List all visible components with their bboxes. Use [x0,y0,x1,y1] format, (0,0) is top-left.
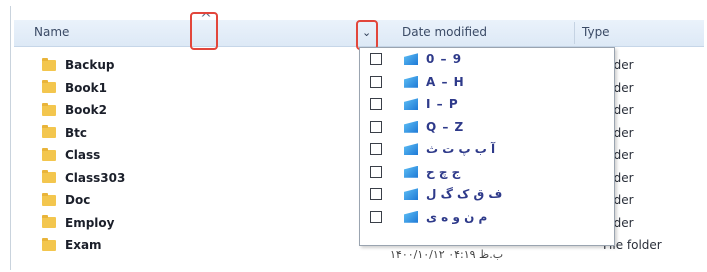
column-header-name[interactable]: Name [34,25,69,39]
filter-option-label: ف ق ک گ ل [426,187,503,202]
filter-option-q-z[interactable]: Q – Z [360,116,614,139]
checkbox[interactable] [370,120,382,133]
highlight-sort-indicator [190,12,218,50]
filter-option-persian-1[interactable]: آ ب پ ت ث [360,138,614,161]
filter-option-a-h[interactable]: A – H [360,71,614,94]
list-item[interactable]: Employ [42,212,125,235]
list-item[interactable]: Class303 [42,167,125,190]
file-name: Backup [65,58,115,73]
list-item[interactable]: Doc [42,189,125,212]
checkbox[interactable] [370,143,382,156]
list-item[interactable]: Class [42,144,125,167]
file-name: Doc [65,193,91,208]
folder-icon [42,57,56,71]
list-item[interactable]: Book1 [42,77,125,100]
list-item[interactable]: Btc [42,122,125,145]
folder-icon [42,170,56,184]
filter-option-persian-3[interactable]: ف ق ک گ ل [360,183,614,206]
folder-icon [42,215,56,229]
checkbox[interactable] [370,75,382,88]
file-name: Btc [65,125,87,140]
checkbox[interactable] [370,188,382,201]
group-icon [404,188,418,201]
filter-option-i-p[interactable]: I – P [360,93,614,116]
group-icon [404,75,418,88]
filter-option-persian-2[interactable]: ج چ ح [360,161,614,184]
folder-icon [42,192,56,206]
list-item[interactable]: Exam [42,234,125,257]
group-icon [404,120,418,133]
file-name: Class303 [65,170,126,185]
group-icon [404,98,418,111]
folder-icon [42,237,56,251]
date-modified-cell: ۱۴۰۰/۱۰/۱۲ ب.ظ ۰۴:۱۹ [390,247,504,261]
folder-icon [42,147,56,161]
checkbox[interactable] [370,210,382,223]
column-header-type[interactable]: Type [582,25,610,39]
file-name: Class [65,148,101,163]
filter-option-label: A – H [426,74,465,89]
file-name: Exam [65,238,102,253]
checkbox[interactable] [370,98,382,111]
list-item[interactable]: Backup [42,54,125,77]
folder-icon [42,102,56,116]
folder-icon [42,125,56,139]
file-name: Employ [65,215,115,230]
checkbox[interactable] [370,53,382,66]
filter-option-label: ج چ ح [426,164,461,179]
list-item[interactable]: Book2 [42,99,125,122]
file-name: Book1 [65,80,107,95]
filter-option-label: I – P [426,97,459,112]
filter-option-label: Q – Z [426,119,465,134]
filter-option-label: 0 – 9 [426,52,463,67]
group-icon [404,210,418,223]
group-icon [404,165,418,178]
checkbox[interactable] [370,165,382,178]
file-list: Backup Book1 Book2 Btc Class Class303 Do… [42,54,125,257]
file-name: Book2 [65,103,107,118]
highlight-filter-dropdown [356,20,378,50]
group-icon [404,143,418,156]
filter-option-label: م ن و ه ی [426,209,488,224]
filter-option-0-9[interactable]: 0 – 9 [360,48,614,71]
column-divider[interactable] [574,22,575,44]
filter-dropdown-menu: 0 – 9 A – H I – P Q – Z آ ب پ ت ث ج چ ح … [359,47,615,246]
filter-option-persian-4[interactable]: م ن و ه ی [360,206,614,229]
folder-icon [42,80,56,94]
group-icon [404,53,418,66]
filter-option-label: آ ب پ ت ث [426,142,496,157]
column-header-date-modified[interactable]: Date modified [402,25,487,39]
